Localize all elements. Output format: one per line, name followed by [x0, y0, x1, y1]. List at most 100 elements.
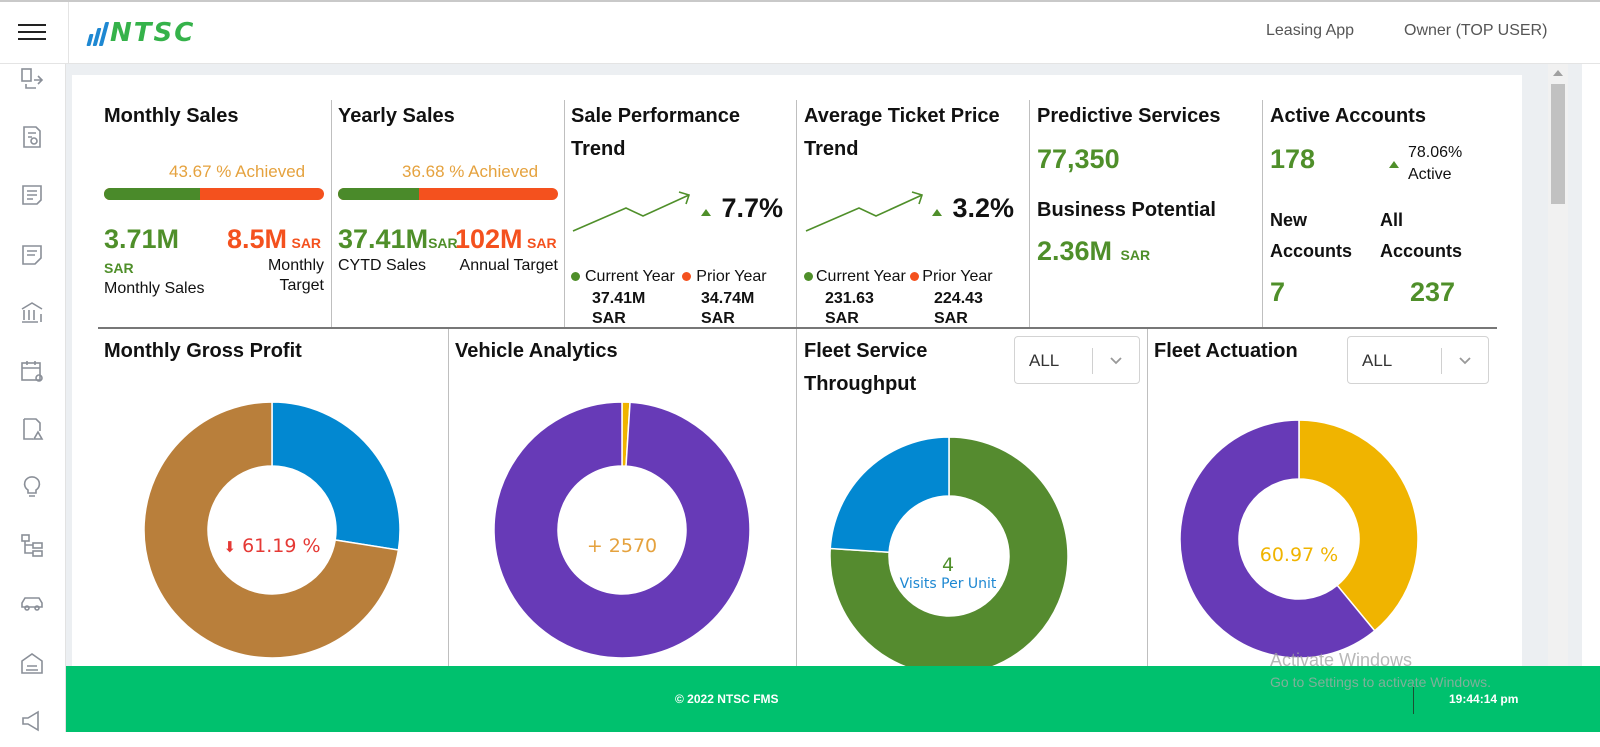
yearly-sales-progress-fill: [338, 188, 419, 200]
yearly-achieved-text: 36.68 % Achieved: [402, 162, 539, 181]
ticket-trend-sparkline: [805, 191, 924, 232]
sidebar-megaphone-icon[interactable]: [19, 708, 45, 734]
current-year-legend: Current Year: [816, 268, 906, 285]
business-potential-value: 2.36M: [1037, 236, 1113, 266]
current-year-legend: Current Year: [585, 268, 675, 285]
sidebar-hierarchy-icon[interactable]: [19, 532, 45, 558]
ticket-current-value: 231.63: [825, 290, 874, 307]
hamburger-menu-icon[interactable]: [18, 24, 46, 44]
gross-profit-donut: [144, 402, 400, 658]
monthly-achieved-text: 43.67 % Achieved: [169, 162, 306, 181]
fleet-service-title-2: Throughput: [804, 373, 917, 395]
business-potential-unit: SAR: [1120, 247, 1151, 263]
sidebar-car-icon[interactable]: [19, 590, 45, 616]
new-accounts-label-1: New: [1270, 210, 1308, 230]
all-accounts-label-2: Accounts: [1380, 241, 1463, 261]
sidebar-document-settings-icon[interactable]: [19, 124, 45, 150]
monthly-target-label-1: Monthly: [267, 257, 324, 274]
prior-year-legend: Prior Year: [922, 268, 993, 285]
fleet-actuation-filter-value: ALL: [1362, 351, 1393, 370]
kpi-divider: [796, 100, 797, 328]
kpi-yearly-sales: Yearly Sales 36.68 % Achieved 37.41MSAR …: [338, 100, 560, 328]
yearly-sales-group: 37.41MSAR: [338, 224, 458, 255]
bottom-strip: [0, 732, 1600, 747]
sidebar-bank-icon[interactable]: [19, 300, 45, 326]
sidebar-document-warning-icon[interactable]: [19, 416, 45, 442]
scrollbar-thumb[interactable]: [1551, 84, 1565, 204]
yearly-target-label: Annual Target: [459, 257, 558, 274]
yearly-target-unit: SAR: [527, 235, 557, 251]
kpi-divider: [331, 100, 332, 328]
donut-slice[interactable]: [830, 437, 950, 554]
sale-current-value: 37.41M: [592, 290, 646, 307]
top-bar: NTSC Leasing App Owner (TOP USER): [0, 0, 1600, 66]
yearly-sales-unit: SAR: [428, 235, 458, 251]
sidebar-transfer-icon[interactable]: [19, 66, 45, 92]
all-accounts-label-1: All: [1380, 210, 1404, 230]
sidebar-receipt-icon[interactable]: [19, 182, 45, 208]
sidebar-calendar-alert-icon[interactable]: [19, 358, 45, 384]
current-year-legend-dot: [804, 272, 813, 282]
activation-watermark-title: Activate Windows: [1270, 650, 1413, 670]
sidebar-note-icon[interactable]: [19, 242, 45, 268]
kpi-sale-performance: Sale Performance Trend 7.7% Current Year…: [571, 100, 793, 328]
donut-slice[interactable]: [271, 402, 400, 551]
business-potential-group: 2.36M SAR: [1037, 236, 1150, 267]
monthly-target-unit: SAR: [291, 235, 322, 251]
gross-profit-center-value: 61.19 %: [242, 535, 321, 557]
business-potential-title: Business Potential: [1037, 199, 1216, 221]
left-sidebar: [0, 64, 66, 747]
gross-profit-title: Monthly Gross Profit: [104, 340, 302, 362]
new-accounts-value: 7: [1270, 277, 1286, 307]
select-separator: [1441, 348, 1442, 374]
monthly-sales-title: Monthly Sales: [104, 105, 239, 127]
donut-slice[interactable]: [494, 402, 750, 658]
sale-current-unit: SAR: [592, 310, 626, 327]
brand-name: NTSC: [110, 18, 196, 48]
trend-up-icon: [701, 209, 711, 217]
sidebar-garage-icon[interactable]: [19, 650, 45, 676]
yearly-target-value: 102M: [455, 224, 523, 254]
monthly-sales-unit: SAR: [104, 260, 134, 276]
current-year-legend-dot: [571, 272, 580, 282]
scroll-up-arrow-icon[interactable]: [1553, 70, 1563, 76]
page-scrollbar[interactable]: [1548, 64, 1568, 680]
all-accounts-value: 237: [1410, 277, 1456, 307]
active-accounts-pct-label: Active: [1408, 166, 1452, 183]
footer-clock: 19:44:14 pm: [1449, 692, 1519, 706]
ticket-prior-value: 224.43: [934, 290, 983, 307]
brand-logo[interactable]: NTSC: [86, 16, 196, 50]
fleet-actuation-center: 60.97 %: [1259, 544, 1339, 566]
select-separator: [1092, 348, 1093, 374]
sidebar-lightbulb-icon[interactable]: [19, 474, 45, 500]
yearly-sales-value: 37.41M: [338, 224, 429, 254]
yearly-target-group: 102M SAR: [455, 224, 557, 255]
active-accounts-value: 178: [1270, 144, 1316, 174]
kpi-divider: [1029, 100, 1030, 328]
sale-performance-pct-group: 7.7%: [701, 193, 783, 224]
monthly-sales-progress-fill: [104, 188, 201, 200]
sale-prior-value: 34.74M: [701, 290, 755, 307]
fleet-service-center-label: Visits Per Unit: [899, 576, 997, 592]
ticket-current-unit: SAR: [825, 310, 859, 327]
kpi-divider: [564, 100, 565, 328]
leasing-app-link[interactable]: Leasing App: [1266, 22, 1354, 40]
kpi-active-accounts: Active Accounts 178 78.06% Active New Ac…: [1270, 100, 1496, 328]
user-menu-link[interactable]: Owner (TOP USER): [1404, 22, 1547, 40]
monthly-target-value: 8.5M: [227, 224, 288, 254]
fleet-actuation-donut: [1180, 420, 1418, 658]
chart-divider: [1147, 329, 1148, 666]
predictive-title: Predictive Services: [1037, 105, 1221, 127]
monthly-sales-value: 3.71M: [104, 224, 180, 254]
avg-ticket-title-1: Average Ticket Price: [804, 105, 1000, 127]
fleet-actuation-filter-select[interactable]: ALL: [1347, 336, 1489, 384]
ticket-prior-unit: SAR: [934, 310, 968, 327]
kpi-monthly-sales: Monthly Sales 43.67 % Achieved 3.71M SAR…: [104, 100, 326, 328]
monthly-sales-progress: [104, 188, 324, 200]
kpi-average-ticket-price: Average Ticket Price Trend 3.2% Current …: [804, 100, 1026, 328]
vehicle-analytics-center: + 2570: [586, 535, 658, 557]
fleet-service-filter-select[interactable]: ALL: [1014, 336, 1140, 384]
fleet-service-center: 4 Visits Per Unit: [880, 554, 1016, 592]
predictive-value: 77,350: [1037, 144, 1120, 174]
chevron-down-icon: [1110, 357, 1122, 365]
